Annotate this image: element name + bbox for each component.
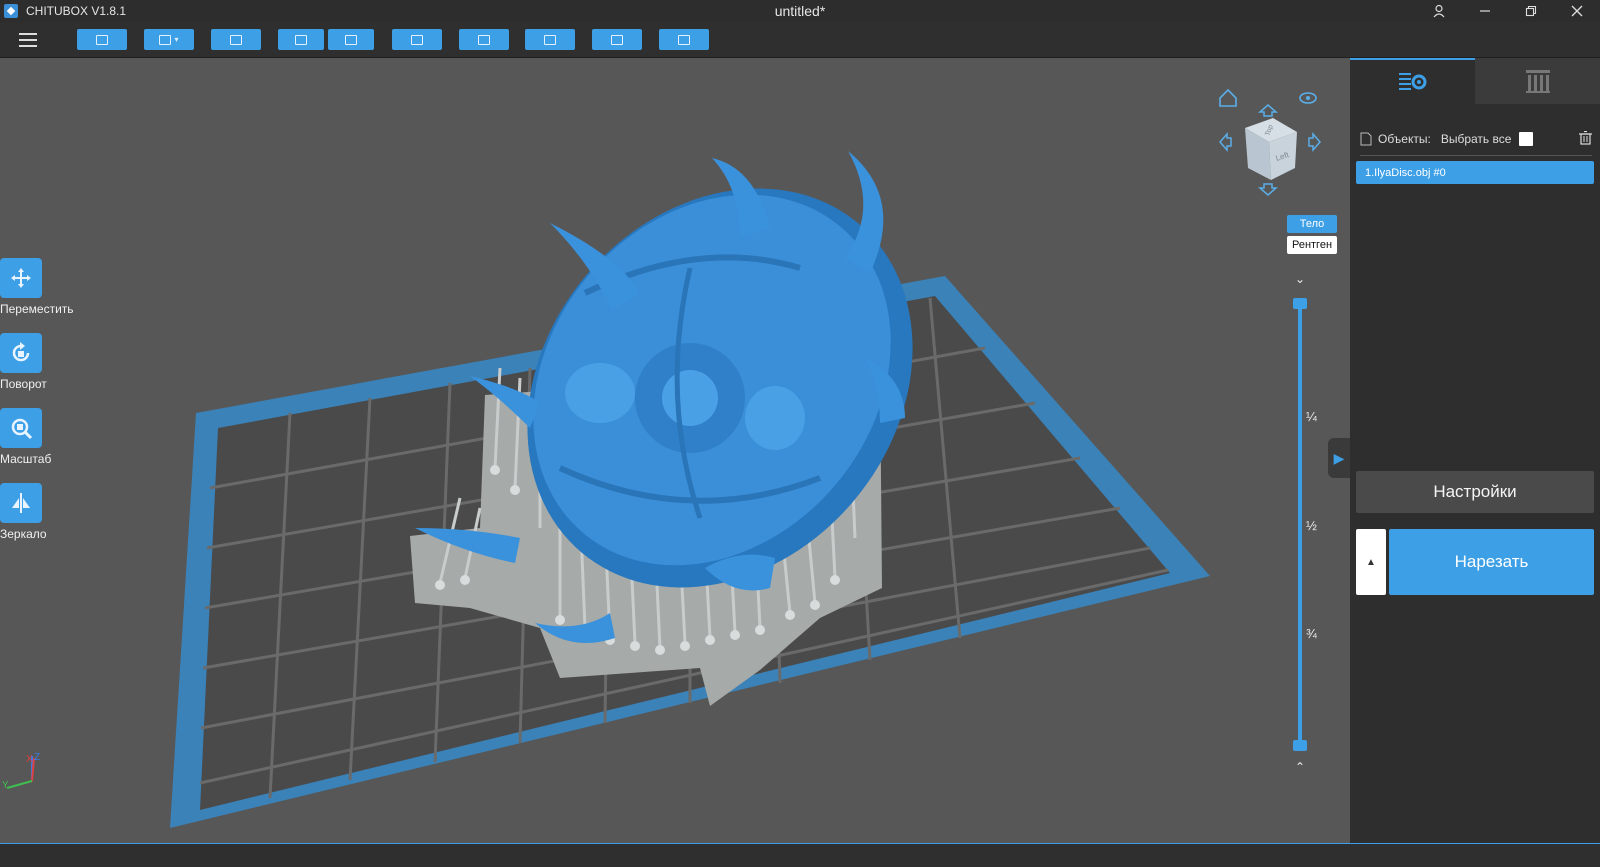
fit-view-icon (230, 34, 242, 45)
tab-settings[interactable] (1350, 58, 1475, 104)
user-icon[interactable] (1416, 0, 1462, 22)
mirror-tool[interactable]: Зеркало (0, 483, 80, 541)
document-title: untitled* (774, 3, 826, 19)
chitubox-logo-icon (4, 4, 18, 18)
layer-slider-track[interactable] (1298, 306, 1302, 746)
slice-button[interactable]: Нарезать (1389, 529, 1594, 595)
settings-list-icon (1398, 73, 1426, 90)
xray-view-button[interactable]: Рентген (1287, 236, 1337, 254)
tab-supports[interactable] (1475, 58, 1600, 104)
triangle-right-icon: ▶ (1333, 449, 1345, 466)
shield-right-eye (745, 386, 805, 450)
hollow-button[interactable] (592, 29, 642, 50)
chevron-down-icon: ▾ (174, 35, 179, 44)
scene-render (170, 151, 1210, 828)
main-toolbar: ▾ (0, 22, 1600, 58)
hollow-icon (611, 34, 623, 45)
window-controls (1416, 0, 1600, 22)
panel-tabs (1350, 58, 1600, 104)
view-left-arrow-icon[interactable] (1219, 132, 1232, 152)
view-down-arrow-icon[interactable] (1258, 183, 1278, 196)
rotate-tool-label: Поворот (0, 377, 47, 391)
layer-slider-top-handle[interactable] (1293, 298, 1307, 309)
open-file-button[interactable] (77, 29, 127, 50)
list-item[interactable]: 1.IlyaDisc.obj #0 (1356, 161, 1594, 184)
auto-arrange-button[interactable] (459, 29, 509, 50)
undo-button[interactable] (278, 29, 324, 50)
select-all-label: Выбрать все (1440, 132, 1512, 146)
support-icon (544, 34, 556, 45)
move-icon (0, 258, 42, 298)
home-view-icon[interactable] (1219, 88, 1237, 107)
objects-divider (1360, 155, 1592, 156)
axis-gizmo: X Z Y (2, 752, 40, 791)
slider-down-chevron-icon[interactable]: ⌄ (1295, 272, 1305, 286)
support-columns-icon (1525, 70, 1550, 93)
slider-up-chevron-icon[interactable]: ⌃ (1295, 760, 1305, 774)
view-up-arrow-icon[interactable] (1258, 104, 1278, 117)
move-tool[interactable]: Переместить (0, 258, 80, 316)
open-file-icon (96, 34, 108, 45)
hamburger-menu-icon[interactable] (16, 28, 40, 52)
minimize-icon[interactable] (1462, 0, 1508, 22)
layer-slider-bottom-handle[interactable] (1293, 740, 1307, 751)
save-icon (159, 34, 172, 45)
shield-left-eye (565, 363, 635, 423)
title-bar: CHITUBOX V1.8.1 untitled* (0, 0, 1600, 22)
document-icon (1360, 132, 1372, 146)
scale-tool[interactable]: Масштаб (0, 408, 80, 466)
slider-mark-three-quarters: ¾ (1306, 626, 1317, 641)
shield-center-spiral (662, 370, 718, 426)
navigation-cube[interactable]: Top Left (1215, 80, 1335, 210)
panel-collapse-toggle[interactable]: ▶ (1328, 438, 1350, 478)
axis-y-label: Y (2, 780, 9, 791)
save-button[interactable]: ▾ (144, 29, 194, 50)
objects-header: Объекты: Выбрать все (1360, 130, 1592, 148)
select-all-checkbox[interactable] (1519, 132, 1534, 146)
undo-icon (295, 34, 307, 45)
eye-icon[interactable] (1299, 92, 1317, 104)
scale-icon (0, 408, 42, 448)
right-panel: Объекты: Выбрать все 1.IlyaDisc.obj #0 Н… (1350, 58, 1600, 843)
auto-arrange-icon (478, 34, 490, 45)
delete-icon[interactable] (1579, 130, 1592, 148)
mirror-icon (0, 483, 42, 523)
close-icon[interactable] (1554, 0, 1600, 22)
view-right-arrow-icon[interactable] (1308, 132, 1321, 152)
axis-x-label: X (26, 754, 33, 765)
scale-tool-label: Масштаб (0, 452, 52, 466)
layout-button[interactable] (392, 29, 442, 50)
settings-button[interactable]: Настройки (1356, 471, 1594, 513)
objects-label: Объекты: (1378, 132, 1431, 146)
triangle-up-icon: ▲ (1366, 556, 1376, 568)
body-view-button[interactable]: Тело (1287, 215, 1337, 233)
mirror-tool-label: Зеркало (0, 527, 47, 541)
slider-mark-half: ½ (1306, 518, 1317, 533)
move-tool-label: Переместить (0, 302, 74, 316)
fit-view-button[interactable] (211, 29, 261, 50)
chitubox-window: CHITUBOX V1.8.1 untitled* ▾ Переместить … (0, 0, 1600, 867)
redo-icon (345, 34, 357, 45)
redo-button[interactable] (328, 29, 374, 50)
axis-z-label: Z (34, 752, 40, 763)
layout-icon (411, 34, 423, 45)
3d-viewport[interactable]: Переместить Поворот Масштаб Зеркало Top … (0, 58, 1350, 843)
print-button[interactable] (659, 29, 709, 50)
print-icon (678, 34, 690, 45)
slice-options-button[interactable]: ▲ (1356, 529, 1386, 595)
rotate-tool[interactable]: Поворот (0, 333, 80, 391)
app-name: CHITUBOX V1.8.1 (26, 4, 127, 18)
rotate-icon (0, 333, 42, 373)
support-button[interactable] (525, 29, 575, 50)
slider-mark-quarter: ¼ (1306, 409, 1317, 424)
status-bar (0, 843, 1600, 867)
restore-icon[interactable] (1508, 0, 1554, 22)
